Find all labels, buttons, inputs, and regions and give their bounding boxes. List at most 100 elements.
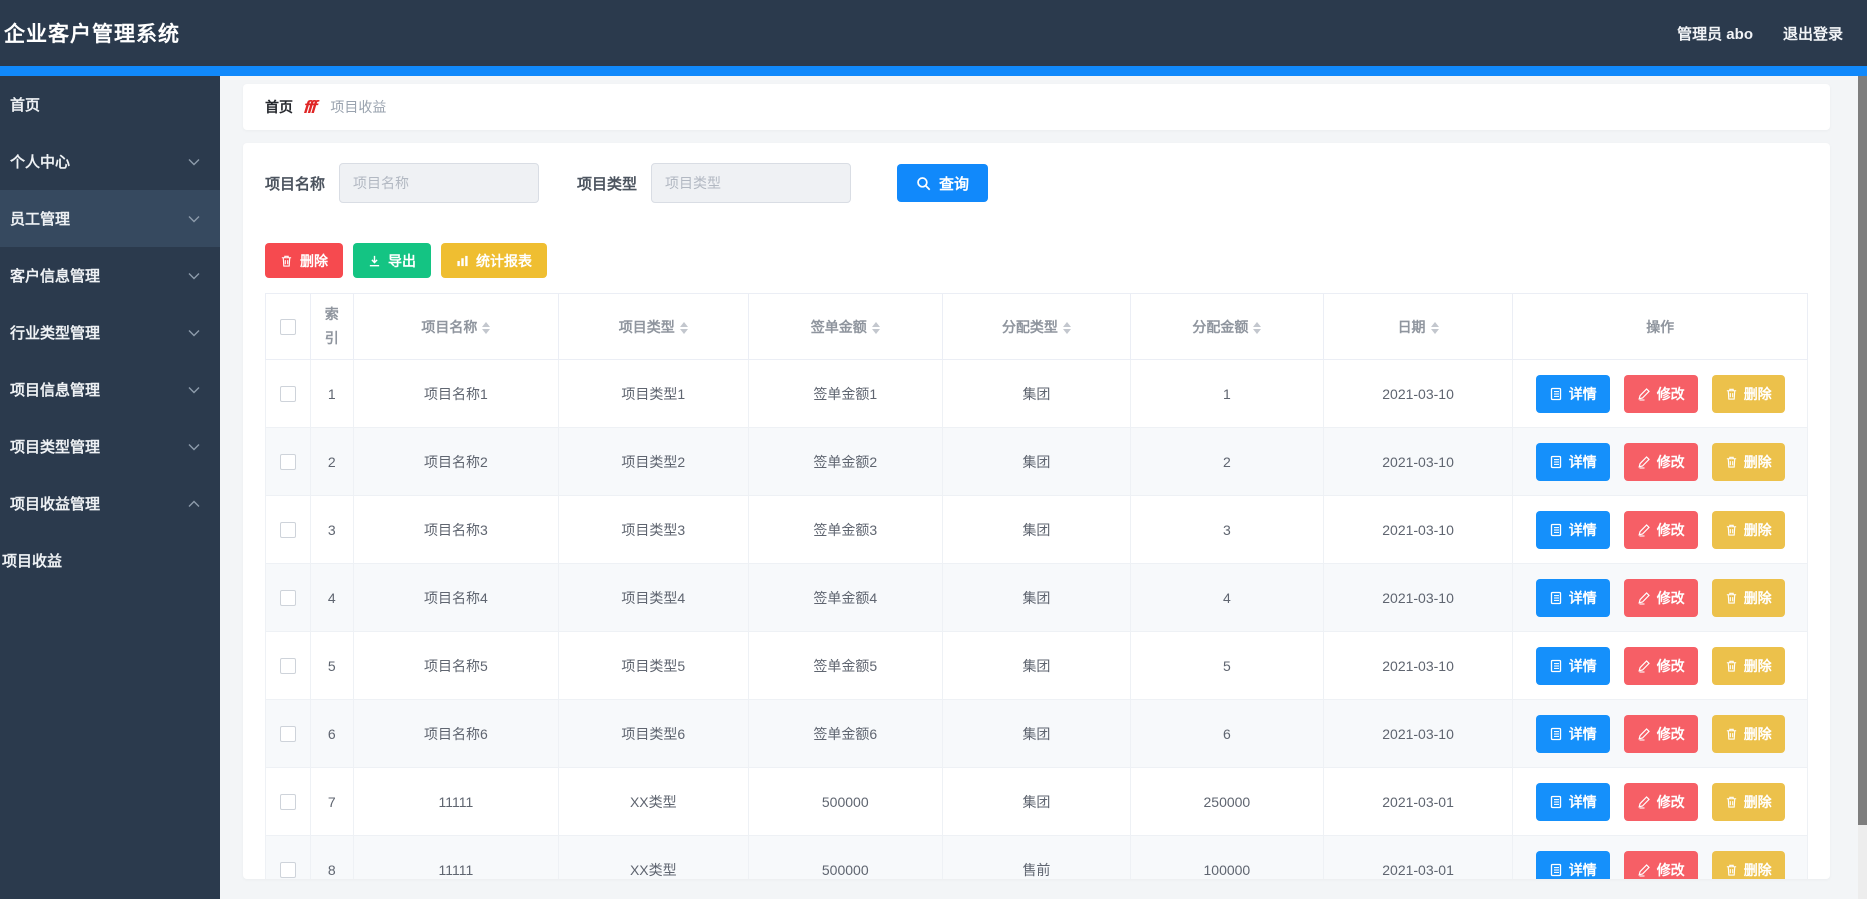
- delete-button[interactable]: 删除: [265, 243, 343, 278]
- cell-name: 项目名称1: [352, 359, 559, 428]
- sidebar-item-personal-center[interactable]: 个人中心: [0, 133, 220, 190]
- delete-row-button[interactable]: 删除: [1711, 646, 1785, 685]
- delete-row-button[interactable]: 删除: [1711, 374, 1785, 413]
- cell-alloc-amount: 250000: [1130, 767, 1324, 836]
- sort-caret-icon[interactable]: [1062, 321, 1071, 334]
- cell-alloc-amount: 1: [1130, 359, 1324, 428]
- delete-row-button[interactable]: 删除: [1711, 442, 1785, 481]
- chevron-down-icon: [188, 215, 200, 223]
- sort-caret-icon[interactable]: [482, 321, 491, 334]
- cell-sign-amount: 签单金额4: [747, 563, 943, 632]
- sort-caret-icon[interactable]: [1253, 321, 1262, 334]
- detail-row-button[interactable]: 详情: [1535, 714, 1610, 753]
- column-header-sign_amount[interactable]: 签单金额: [747, 293, 943, 360]
- breadcrumb-home[interactable]: 首页: [265, 97, 293, 117]
- sidebar-item-home[interactable]: 首页: [0, 76, 220, 133]
- sidebar-item-industry-type-management[interactable]: 行业类型管理: [0, 304, 220, 361]
- row-checkbox[interactable]: [279, 726, 296, 743]
- delete-row-button[interactable]: 删除: [1711, 510, 1785, 549]
- edit-row-button[interactable]: 修改: [1623, 442, 1698, 481]
- table-row: 6 项目名称6 项目类型6 签单金额6 集团 6 2021-03-10 详情 修改 删除: [265, 699, 1808, 768]
- column-header-date[interactable]: 日期: [1322, 293, 1514, 360]
- row-button-label: 删除: [1743, 861, 1772, 878]
- cell-sign-amount: 签单金额5: [747, 631, 943, 700]
- column-header-alloc_type[interactable]: 分配类型: [941, 293, 1132, 360]
- report-button[interactable]: 统计报表: [441, 243, 547, 278]
- row-button-label: 删除: [1743, 793, 1772, 810]
- row-button-label: 详情: [1568, 453, 1597, 470]
- cell-name: 项目名称5: [352, 631, 559, 700]
- cell-alloc-type: 集团: [941, 767, 1132, 836]
- sidebar-item-label: 项目收益: [2, 553, 63, 570]
- row-button-label: 详情: [1568, 385, 1597, 402]
- cell-date: 2021-03-10: [1322, 495, 1514, 564]
- document-icon: [1549, 795, 1563, 809]
- cell-checkbox: [265, 495, 311, 564]
- select-all-header[interactable]: [265, 293, 311, 360]
- column-header-alloc_amount[interactable]: 分配金额: [1130, 293, 1324, 360]
- delete-row-button[interactable]: 删除: [1711, 714, 1785, 753]
- detail-row-button[interactable]: 详情: [1535, 578, 1610, 617]
- sidebar-item-customer-info-management[interactable]: 客户信息管理: [0, 247, 220, 304]
- cell-actions: 详情 修改 删除: [1512, 427, 1808, 496]
- sort-caret-icon[interactable]: [679, 321, 688, 334]
- table-header-row: 索引 项目名称 项目类型 签单金额 分配类型 分配金额 日期 操作: [265, 293, 1808, 360]
- document-icon: [1549, 523, 1563, 537]
- detail-row-button[interactable]: 详情: [1535, 374, 1610, 413]
- cell-sign-amount: 签单金额1: [747, 359, 943, 428]
- row-button-label: 详情: [1568, 521, 1597, 538]
- sidebar-item-label: 员工管理: [10, 211, 71, 228]
- edit-icon: [1637, 795, 1651, 809]
- detail-row-button[interactable]: 详情: [1535, 646, 1610, 685]
- sort-caret-icon[interactable]: [871, 321, 880, 334]
- search-button-label: 查询: [939, 175, 970, 193]
- delete-row-button[interactable]: 删除: [1711, 578, 1785, 617]
- sidebar: 首页个人中心员工管理客户信息管理 行业类型管理 项目信息管理 项目类型管理 项目收益管理…: [0, 76, 220, 899]
- row-button-label: 修改: [1656, 725, 1685, 742]
- row-button-label: 删除: [1743, 385, 1772, 402]
- edit-row-button[interactable]: 修改: [1623, 782, 1698, 821]
- detail-row-button[interactable]: 详情: [1535, 782, 1610, 821]
- row-checkbox[interactable]: [279, 794, 296, 811]
- edit-row-button[interactable]: 修改: [1623, 374, 1698, 413]
- delete-row-button[interactable]: 删除: [1711, 850, 1785, 879]
- row-checkbox[interactable]: [279, 658, 296, 675]
- row-checkbox[interactable]: [279, 454, 296, 471]
- delete-row-button[interactable]: 删除: [1711, 782, 1785, 821]
- trash-icon: [280, 254, 293, 268]
- sidebar-item-project-info-management[interactable]: 项目信息管理: [0, 361, 220, 418]
- edit-row-button[interactable]: 修改: [1623, 646, 1698, 685]
- detail-row-button[interactable]: 详情: [1535, 850, 1610, 879]
- sidebar-item-project-income[interactable]: 项目收益: [0, 532, 220, 589]
- sidebar-item-project-type-management[interactable]: 项目类型管理: [0, 418, 220, 475]
- edit-row-button[interactable]: 修改: [1623, 578, 1698, 617]
- column-header-name[interactable]: 项目名称: [352, 293, 559, 360]
- row-checkbox[interactable]: [279, 522, 296, 539]
- sidebar-item-project-income-management[interactable]: 项目收益管理: [0, 475, 220, 532]
- row-checkbox[interactable]: [279, 590, 296, 607]
- logout-link[interactable]: 退出登录: [1783, 23, 1843, 44]
- project-type-input[interactable]: [651, 163, 852, 203]
- sort-caret-icon[interactable]: [1430, 321, 1439, 334]
- sidebar-item-label: 个人中心: [10, 154, 71, 171]
- cell-checkbox: [265, 835, 311, 879]
- cell-checkbox: [265, 427, 311, 496]
- select-all-checkbox[interactable]: [279, 319, 296, 336]
- row-checkbox[interactable]: [279, 386, 296, 403]
- page-scrollbar[interactable]: [1858, 76, 1867, 899]
- edit-row-button[interactable]: 修改: [1623, 510, 1698, 549]
- row-checkbox[interactable]: [279, 862, 296, 879]
- topbar-user[interactable]: 管理员 abo: [1677, 23, 1753, 44]
- edit-row-button[interactable]: 修改: [1623, 850, 1698, 879]
- edit-row-button[interactable]: 修改: [1623, 714, 1698, 753]
- export-button[interactable]: 导出: [353, 243, 431, 278]
- accent-bar: [0, 66, 1867, 76]
- project-name-input[interactable]: [339, 163, 540, 203]
- search-button[interactable]: 查询: [897, 164, 989, 202]
- detail-row-button[interactable]: 详情: [1535, 510, 1610, 549]
- column-header-type[interactable]: 项目类型: [557, 293, 749, 360]
- scrollbar-thumb[interactable]: [1858, 76, 1867, 825]
- sidebar-item-employee-management[interactable]: 员工管理: [0, 190, 220, 247]
- detail-row-button[interactable]: 详情: [1535, 442, 1610, 481]
- cell-type: 项目类型2: [557, 427, 749, 496]
